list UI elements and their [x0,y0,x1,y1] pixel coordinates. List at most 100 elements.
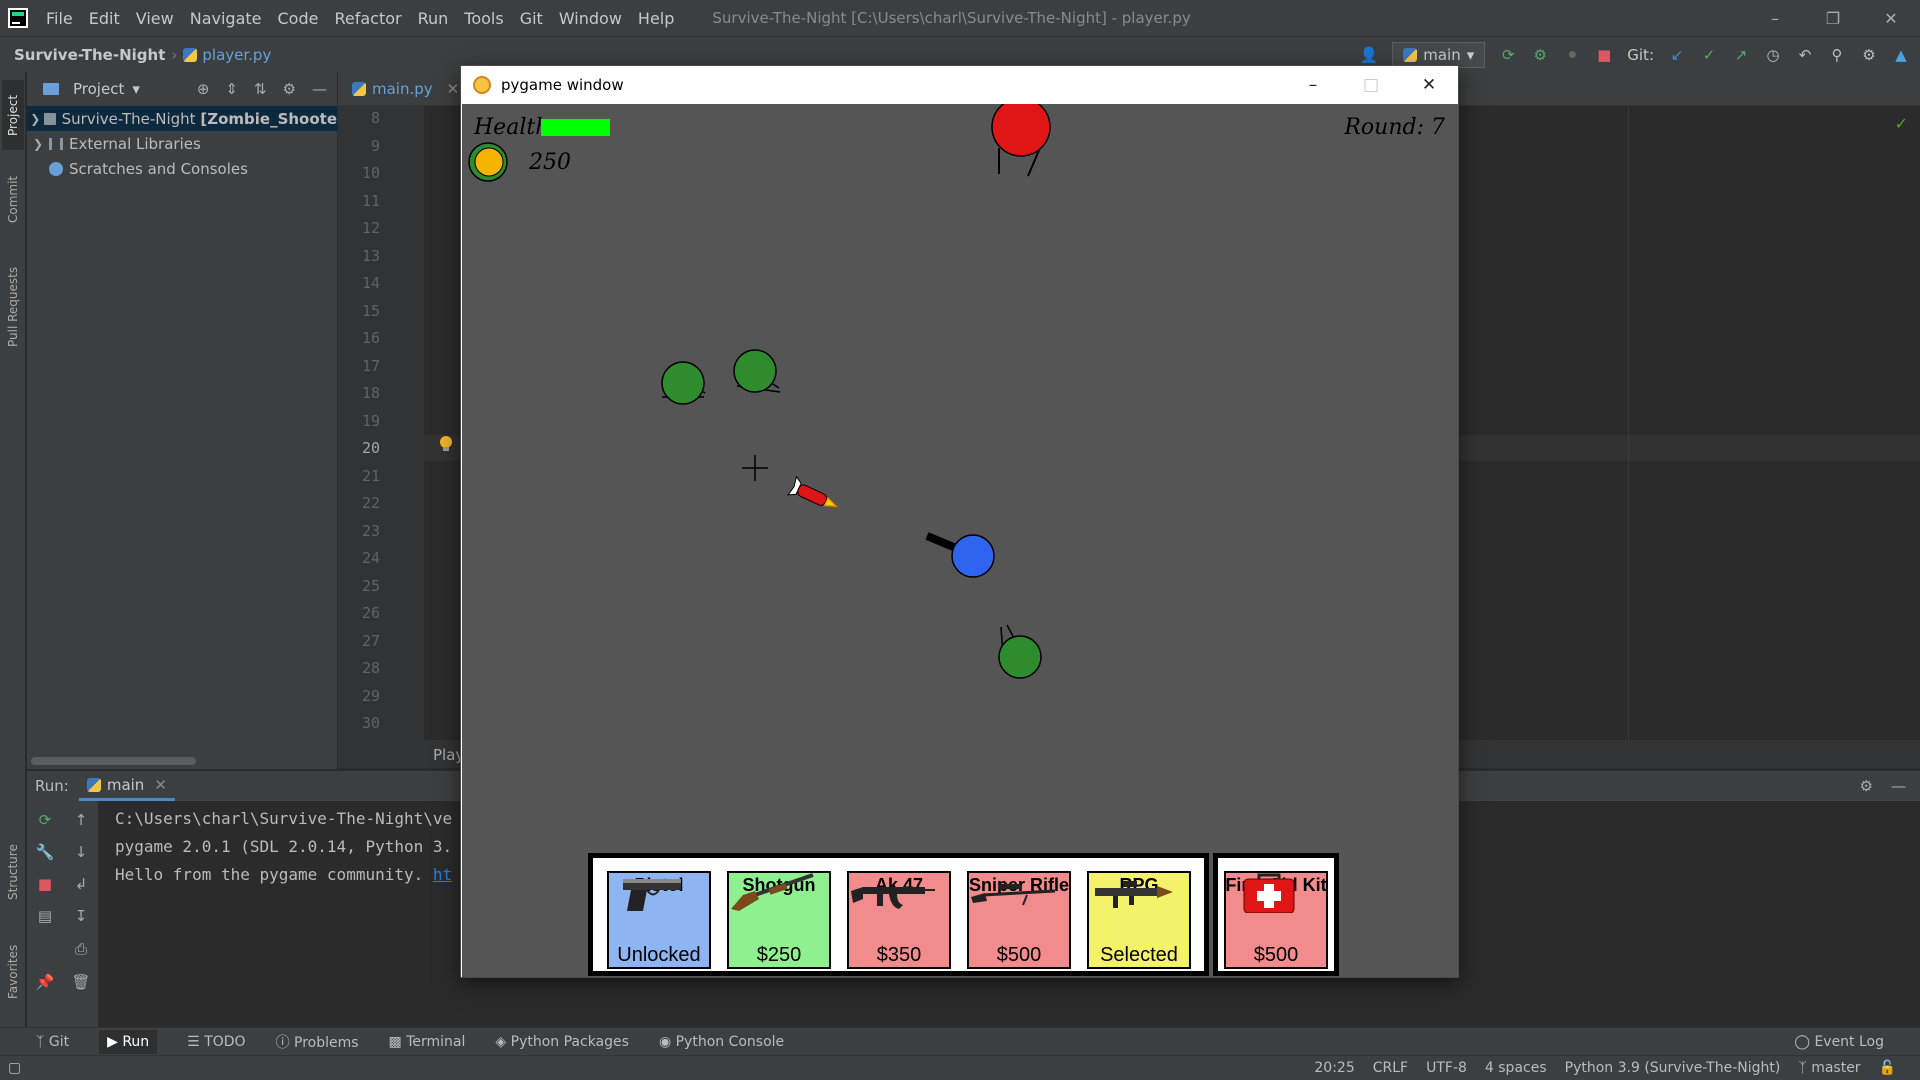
arrow-down-icon[interactable]: ↓ [72,843,90,861]
bottom-tab-python-packages[interactable]: ◈ Python Packages [495,1034,629,1050]
close-tab-icon[interactable]: ✕ [447,80,460,98]
history-icon[interactable]: ◷ [1764,46,1782,64]
hide-icon[interactable]: — [312,80,327,98]
debug-icon[interactable]: ⚙ [1531,46,1549,64]
file-encoding[interactable]: UTF-8 [1426,1060,1467,1076]
pin-icon[interactable]: 📌 [36,973,55,991]
wrench-icon[interactable]: 🔧 [36,843,55,861]
layout-icon[interactable]: ▤ [36,907,54,925]
search-icon[interactable]: ⚲ [1828,46,1846,64]
menu-refactor[interactable]: Refactor [326,9,409,28]
shop-card-first-aid-kit[interactable]: First Aid Kit $500 [1224,871,1328,969]
event-log-button[interactable]: ◯ Event Log [1794,1034,1884,1050]
console-link[interactable]: ht [433,865,452,884]
python-interpreter[interactable]: Python 3.9 (Survive-The-Night) [1565,1060,1781,1076]
bottom-tab-python-console[interactable]: ◉ Python Console [659,1034,784,1050]
shop-card-shotgun[interactable]: Shotgun $250 [727,871,831,969]
gear-icon[interactable]: ⚙ [283,80,296,98]
bottom-tab-terminal[interactable]: ▩ Terminal [389,1034,466,1050]
shop-card-pistol[interactable]: Pistol Unlocked [607,871,711,969]
minimize-icon[interactable]: – [1746,0,1804,36]
tree-item-project-root[interactable]: ❯ Survive-The-Night [Zombie_Shoote [27,106,337,131]
rerun-icon[interactable]: ⟳ [36,811,54,829]
settings-gear-icon[interactable]: ⚙ [1860,46,1878,64]
arrow-up-icon[interactable]: ↑ [72,811,90,829]
gear-icon[interactable]: ⚙ [1860,777,1873,795]
indent-setting[interactable]: 4 spaces [1485,1060,1547,1076]
stripe-tab-structure[interactable]: Structure [2,832,24,912]
stripe-tab-commit[interactable]: Commit [2,164,24,234]
pygame-titlebar[interactable]: pygame window – □ ✕ [461,66,1458,103]
shop-card-status: $500 [1253,944,1299,966]
menu-tools[interactable]: Tools [456,9,511,28]
run-tab-main[interactable]: main ✕ [78,771,175,801]
menu-navigate[interactable]: Navigate [182,9,270,28]
git-update-icon[interactable]: ↙ [1668,46,1686,64]
soft-wrap-icon[interactable]: ↲ [72,875,90,893]
git-push-icon[interactable]: ↗ [1732,46,1750,64]
tree-item-scratches[interactable]: Scratches and Consoles [27,156,337,181]
menu-git[interactable]: Git [512,9,551,28]
scroll-to-end-icon[interactable]: ↧ [72,907,90,925]
bottom-tab-label: Python Packages [510,1033,629,1050]
game-canvas[interactable]: Health: 250 Round: 7 Unlocked $250 Ak 47… [462,104,1458,977]
bottom-tab-git[interactable]: ᛉ Git [36,1034,69,1050]
stripe-tab-pull-requests[interactable]: Pull Requests [2,252,24,362]
caret-position[interactable]: 20:25 [1314,1060,1354,1076]
menu-file[interactable]: File [38,9,81,28]
chevron-right-icon[interactable]: ❯ [27,112,44,126]
git-branch-label: master [1811,1060,1861,1076]
hide-icon[interactable]: — [1891,777,1906,795]
lock-icon[interactable]: 🔓 [1879,1060,1896,1076]
lightbulb-icon[interactable] [440,436,452,452]
shop-card-rpg[interactable]: RPG Selected [1087,871,1191,969]
chevron-right-icon[interactable]: ❯ [27,137,49,151]
menu-view[interactable]: View [128,9,182,28]
locate-icon[interactable]: ⊕ [197,80,210,98]
restore-icon[interactable]: ❐ [1804,0,1862,36]
close-icon[interactable]: ✕ [1400,66,1458,103]
horizontal-scrollbar[interactable] [31,757,196,765]
bottom-tab-todo[interactable]: ☰ TODO [187,1034,245,1050]
bottom-tab-run[interactable]: ▶ Run [99,1029,158,1054]
close-tab-icon[interactable]: ✕ [154,776,167,794]
chevron-down-icon[interactable]: ▾ [132,80,140,98]
trash-icon[interactable]: 🗑 [71,973,90,991]
menu-help[interactable]: Help [630,9,682,28]
line-number: 22 [361,494,380,512]
stop-icon[interactable]: ■ [36,875,54,893]
menu-window[interactable]: Window [551,9,630,28]
shop-card-ak47[interactable]: Ak 47 $350 [847,871,951,969]
git-branch[interactable]: ᛉ master [1798,1060,1860,1076]
git-commit-icon[interactable]: ✓ [1700,46,1718,64]
stripe-tab-favorites[interactable]: Favorites [2,932,24,1012]
minimize-icon[interactable]: – [1284,66,1342,103]
rerun-icon[interactable]: ⟳ [1499,46,1517,64]
user-icon[interactable]: 👤 [1360,46,1379,64]
bottom-tab-problems[interactable]: ⓘ Problems [276,1032,359,1052]
coverage-icon[interactable]: ⚫ [1563,46,1581,64]
expand-all-icon[interactable]: ⇕ [225,80,238,98]
collapse-all-icon[interactable]: ⇅ [254,80,267,98]
stop-icon[interactable]: ■ [1595,46,1613,64]
tree-item-external-libraries[interactable]: ❯ External Libraries [27,131,337,156]
breadcrumb-file[interactable]: player.py [183,46,271,64]
jetbrains-toolbox-icon[interactable]: ▲ [1892,46,1910,64]
line-number: 27 [361,631,380,650]
stripe-tab-project[interactable]: Project [2,80,24,150]
bottom-tab-label: TODO [204,1033,246,1050]
print-icon[interactable]: ⎙ [72,940,90,958]
rollback-icon[interactable]: ↶ [1796,46,1814,64]
line-ending[interactable]: CRLF [1373,1060,1408,1076]
ak47-icon [851,887,935,909]
close-icon[interactable]: ✕ [1862,0,1920,36]
inspection-ok-icon[interactable]: ✓ [1895,114,1908,133]
menu-run[interactable]: Run [410,9,457,28]
shop-card-sniper-rifle[interactable]: Sniper Rifle $500 [967,871,1071,969]
layout-toggle-icon[interactable]: ▢ [8,1060,21,1076]
menu-code[interactable]: Code [270,9,327,28]
tab-main-py[interactable]: main.py ✕ [352,72,459,106]
menu-edit[interactable]: Edit [81,9,128,28]
project-panel-title[interactable]: Project [73,80,124,98]
breadcrumb-project[interactable]: Survive-The-Night [14,46,165,64]
